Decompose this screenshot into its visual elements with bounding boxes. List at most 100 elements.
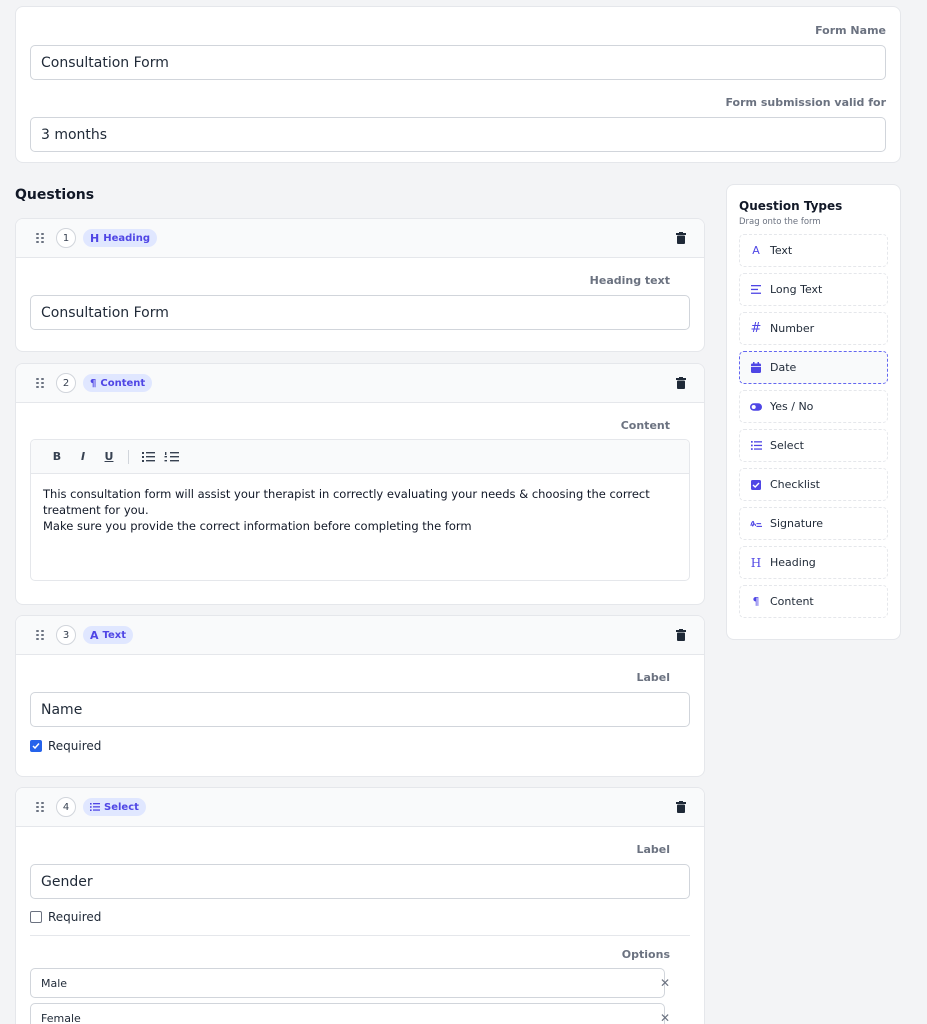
question-card: 3 A Text Label Name Required: [15, 615, 705, 777]
paragraph-icon: ¶: [752, 595, 760, 608]
questions-title: Questions: [15, 187, 95, 203]
remove-option-icon[interactable]: ✕: [660, 976, 670, 990]
form-validity-input[interactable]: 3 months: [30, 117, 886, 152]
list-icon: [90, 803, 100, 811]
question-types-title: Question Types: [739, 199, 843, 213]
option-row: Female ✕: [30, 1003, 690, 1024]
question-card: 1 H Heading Heading text Consultation Fo…: [15, 218, 705, 352]
question-body: Label Gender Required Options Male ✕ Fem…: [16, 843, 704, 1024]
checkbox-unchecked-icon[interactable]: [30, 911, 42, 923]
underline-button[interactable]: U: [96, 450, 122, 463]
bold-button[interactable]: B: [44, 450, 70, 463]
question-type-label: Checklist: [770, 478, 820, 491]
question-type-badge: A Text: [83, 626, 134, 644]
question-types-subtitle: Drag onto the form: [739, 217, 821, 227]
trash-icon[interactable]: [676, 629, 686, 641]
question-body: Label Name Required: [16, 671, 704, 753]
question-card: 4 Select Label Gender Required Options M…: [15, 787, 705, 1024]
required-checkbox[interactable]: Required: [30, 739, 690, 753]
heading-text-input[interactable]: Consultation Form: [30, 295, 690, 330]
question-body: Content B I U This consultation form wil…: [16, 419, 704, 581]
options-label: Options: [621, 948, 670, 961]
question-type-long-text[interactable]: Long Text: [739, 273, 888, 306]
question-type-label: Heading: [103, 232, 150, 244]
paragraph-icon: ¶: [90, 377, 97, 389]
drag-handle-icon[interactable]: [36, 802, 44, 812]
signature-icon: [750, 518, 762, 530]
question-type-badge: Select: [83, 798, 146, 816]
question-number: 1: [56, 228, 76, 248]
editor-content[interactable]: This consultation form will assist your …: [31, 474, 689, 546]
question-header: 4 Select: [16, 788, 704, 827]
remove-option-icon[interactable]: ✕: [660, 1011, 670, 1024]
question-type-label: Yes / No: [770, 400, 814, 413]
numbered-list-icon[interactable]: [161, 451, 187, 462]
question-type-label: Content: [770, 595, 814, 608]
rich-text-editor[interactable]: B I U This consultation form will assist…: [30, 439, 690, 581]
trash-icon[interactable]: [676, 377, 686, 389]
question-number: 2: [56, 373, 76, 393]
content-line: This consultation form will assist your …: [43, 487, 650, 501]
content-label: Content: [620, 419, 670, 432]
question-type-label: Select: [770, 439, 804, 452]
text-type-icon: A: [90, 628, 99, 642]
question-type-label: Content: [100, 377, 146, 389]
trash-icon[interactable]: [676, 232, 686, 244]
question-type-label: Date: [770, 361, 797, 374]
italic-button[interactable]: I: [70, 450, 96, 463]
question-number: 3: [56, 625, 76, 645]
question-header: 2 ¶ Content: [16, 364, 704, 403]
question-type-heading[interactable]: H Heading: [739, 546, 888, 579]
checkbox-checked-icon[interactable]: [30, 740, 42, 752]
question-type-label: Text: [770, 244, 793, 257]
question-type-label: Heading: [770, 556, 816, 569]
required-label: Required: [48, 739, 102, 753]
question-type-label: Long Text: [770, 283, 823, 296]
question-header: 3 A Text: [16, 616, 704, 655]
question-type-text[interactable]: A Text: [739, 234, 888, 267]
form-name-input[interactable]: Consultation Form: [30, 45, 886, 80]
trash-icon[interactable]: [676, 801, 686, 813]
text-type-icon: A: [752, 244, 760, 257]
option-input[interactable]: Male: [30, 968, 665, 998]
hash-icon: #: [750, 321, 762, 336]
heading-icon: H: [750, 555, 762, 570]
form-name-label: Form Name: [815, 24, 886, 37]
question-type-select[interactable]: Select: [739, 429, 888, 462]
question-type-label: Number: [770, 322, 815, 335]
question-body: Heading text Consultation Form: [16, 274, 704, 330]
bullet-list-icon[interactable]: [135, 451, 161, 462]
question-card: 2 ¶ Content Content B I U This consultat…: [15, 363, 705, 605]
question-type-label: Select: [104, 801, 139, 813]
form-validity-label: Form submission valid for: [725, 96, 886, 109]
long-text-icon: [750, 284, 762, 296]
drag-handle-icon[interactable]: [36, 630, 44, 640]
question-type-date[interactable]: Date: [739, 351, 888, 384]
heading-text-label: Heading text: [589, 274, 670, 287]
question-types-panel: Question Types Drag onto the form A Text…: [726, 184, 901, 640]
label-input[interactable]: Gender: [30, 864, 690, 899]
question-type-checklist[interactable]: Checklist: [739, 468, 888, 501]
label-label: Label: [636, 843, 670, 856]
label-input[interactable]: Name: [30, 692, 690, 727]
question-type-content[interactable]: ¶ Content: [739, 585, 888, 618]
question-type-badge: ¶ Content: [83, 374, 153, 392]
heading-icon: H: [90, 231, 100, 245]
question-type-signature[interactable]: Signature: [739, 507, 888, 540]
question-type-badge: H Heading: [83, 229, 157, 247]
option-row: Male ✕: [30, 968, 690, 998]
form-settings-card: Form Name Consultation Form Form submiss…: [15, 6, 901, 163]
calendar-icon: [750, 362, 762, 374]
option-input[interactable]: Female: [30, 1003, 665, 1024]
question-type-number[interactable]: # Number: [739, 312, 888, 345]
label-label: Label: [636, 671, 670, 684]
question-type-label: Signature: [770, 517, 824, 530]
question-header: 1 H Heading: [16, 219, 704, 258]
drag-handle-icon[interactable]: [36, 233, 44, 243]
content-line: treatment for you.: [43, 503, 149, 517]
checkbox-icon: [750, 479, 762, 491]
question-type-yes-no[interactable]: Yes / No: [739, 390, 888, 423]
required-checkbox[interactable]: Required: [30, 910, 690, 924]
drag-handle-icon[interactable]: [36, 378, 44, 388]
toggle-icon: [750, 401, 762, 413]
